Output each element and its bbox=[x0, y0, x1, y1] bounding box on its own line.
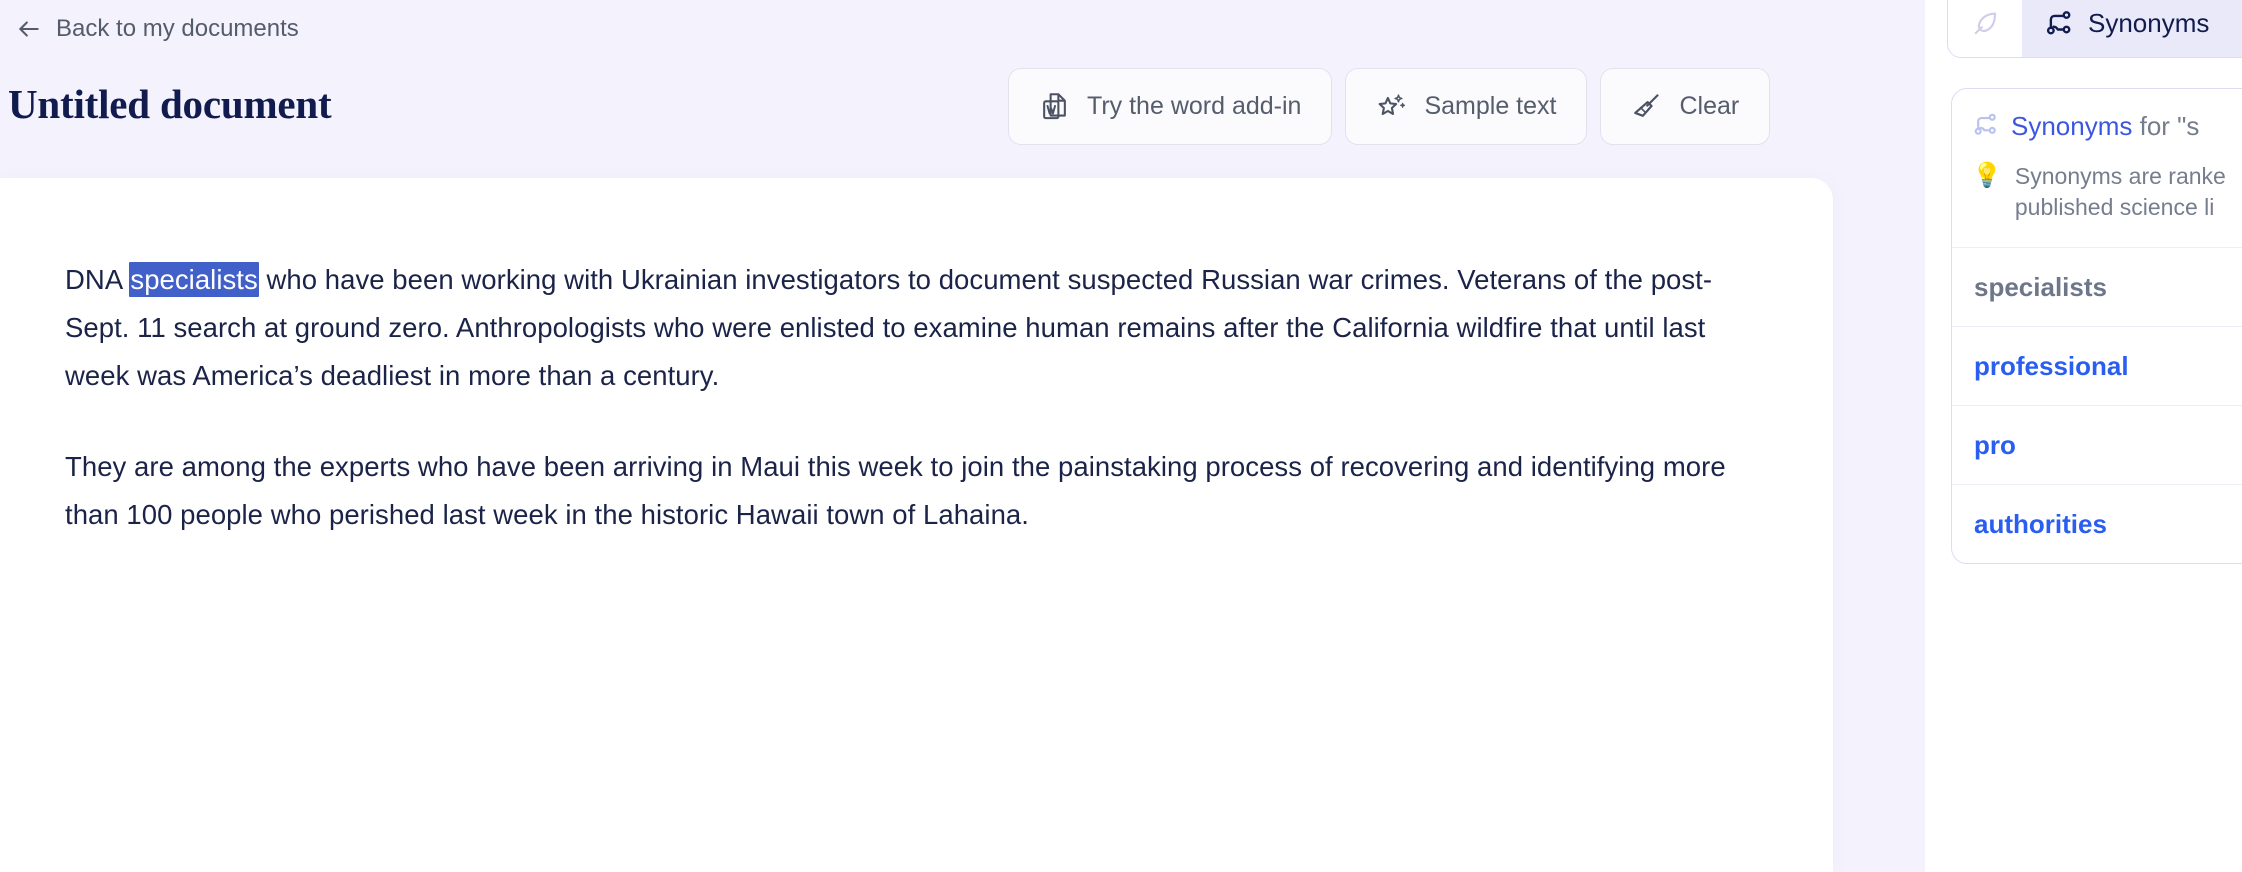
synonyms-tip-text: Synonyms are ranke published science li bbox=[2015, 161, 2226, 223]
synonym-item[interactable]: pro bbox=[1952, 406, 2242, 485]
synonym-item-current[interactable]: specialists bbox=[1952, 248, 2242, 327]
try-word-addin-button[interactable]: Try the word add-in bbox=[1008, 68, 1333, 145]
lightbulb-icon: 💡 bbox=[1972, 162, 2002, 189]
try-word-addin-label: Try the word add-in bbox=[1087, 92, 1302, 120]
document-text-area[interactable]: DNA specialists who have been working wi… bbox=[65, 256, 1763, 539]
back-to-documents-link[interactable]: Back to my documents bbox=[10, 12, 305, 46]
editor-toolbar: Try the word add-in Sample text Clear bbox=[1008, 68, 1771, 145]
synonyms-panel-header: Synonyms for "s bbox=[1952, 89, 2242, 157]
tab-synonyms-label: Synonyms bbox=[2088, 8, 2210, 38]
branch-icon bbox=[2044, 8, 2074, 38]
paragraph-1-after: who have been working with Ukrainian inv… bbox=[65, 264, 1713, 391]
synonyms-sidebar: Synonyms Synonyms Synonyms for "s bbox=[1925, 0, 2242, 872]
synonyms-title-keyword: Synonyms bbox=[2011, 111, 2133, 142]
document-title[interactable]: Untitled document bbox=[8, 80, 332, 128]
sample-text-label: Sample text bbox=[1424, 92, 1557, 120]
synonyms-panel-title: Synonyms for "s bbox=[2011, 111, 2199, 142]
tip-line-1: Synonyms are ranke bbox=[2014, 163, 2226, 189]
selected-word-highlight[interactable]: specialists bbox=[129, 262, 259, 297]
synonyms-ranking-tip: 💡 Synonyms are ranke published science li bbox=[1952, 157, 2242, 248]
synonym-item[interactable]: authorities bbox=[1952, 485, 2242, 563]
clear-button[interactable]: Clear bbox=[1600, 68, 1771, 145]
back-to-documents-label: Back to my documents bbox=[56, 15, 299, 42]
feather-icon bbox=[1970, 8, 2000, 38]
arrow-left-icon bbox=[16, 16, 42, 42]
document-card: DNA specialists who have been working wi… bbox=[0, 178, 1833, 872]
tab-paraphraser[interactable] bbox=[1948, 0, 2022, 57]
word-document-icon bbox=[1039, 91, 1070, 122]
branch-icon bbox=[1972, 111, 1999, 143]
synonyms-panel: Synonyms for "s 💡 Synonyms are ranke publ… bbox=[1951, 88, 2242, 564]
sidebar-tabbar: Synonyms bbox=[1947, 0, 2242, 58]
sample-text-button[interactable]: Sample text bbox=[1345, 68, 1588, 145]
editor-region: Back to my documents Untitled document T… bbox=[0, 0, 1925, 872]
paragraph-1[interactable]: DNA specialists who have been working wi… bbox=[65, 256, 1763, 400]
paragraph-2[interactable]: They are among the experts who have been… bbox=[65, 443, 1763, 539]
app-root: Back to my documents Untitled document T… bbox=[0, 0, 2242, 872]
editor-topbar: Back to my documents Untitled document T… bbox=[0, 0, 1925, 178]
paragraph-1-before: DNA bbox=[65, 264, 130, 295]
synonym-item[interactable]: professional bbox=[1952, 327, 2242, 406]
broom-icon bbox=[1631, 91, 1662, 122]
sparkle-star-icon bbox=[1376, 91, 1407, 122]
clear-label: Clear bbox=[1679, 92, 1740, 120]
synonyms-title-rest: for "s bbox=[2132, 111, 2200, 142]
tip-line-2: published science li bbox=[2014, 194, 2215, 220]
tab-synonyms[interactable]: Synonyms bbox=[2022, 0, 2242, 57]
